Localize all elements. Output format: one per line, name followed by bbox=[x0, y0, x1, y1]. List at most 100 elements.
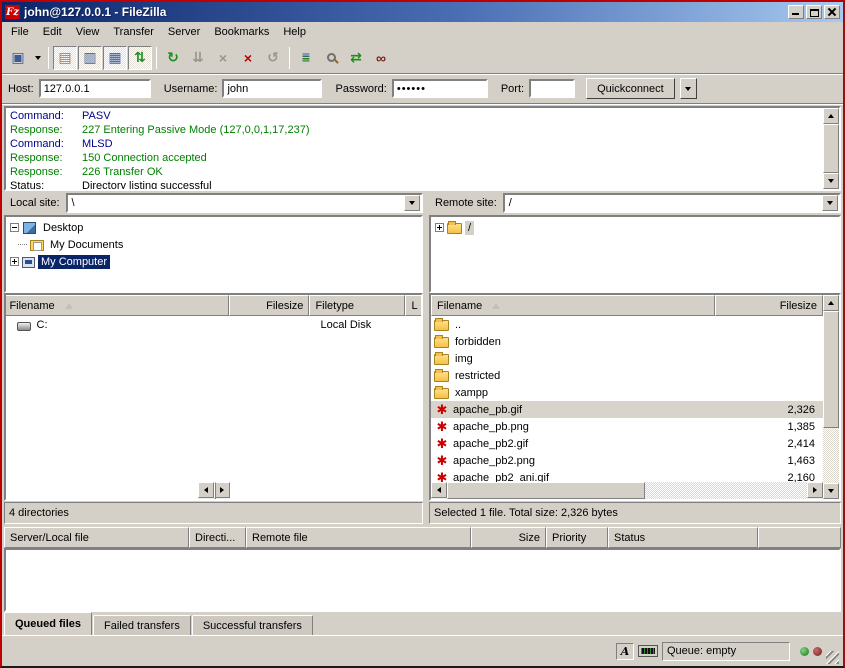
local-horizontal-scrollbar[interactable] bbox=[198, 482, 230, 499]
password-input[interactable] bbox=[392, 79, 488, 98]
directory-comparison-button[interactable] bbox=[319, 46, 343, 70]
remote-vertical-scrollbar[interactable] bbox=[823, 295, 839, 499]
toggle-log-view-button[interactable]: ▤ bbox=[53, 46, 77, 70]
arrow-down-icon bbox=[828, 179, 834, 183]
chevron-down-icon bbox=[685, 87, 691, 91]
image-file-icon: ✱ bbox=[434, 402, 450, 418]
file-row[interactable]: img bbox=[431, 350, 823, 367]
menu-view[interactable]: View bbox=[69, 24, 107, 40]
tree-item-my-computer[interactable]: My Computer bbox=[6, 253, 421, 270]
port-input[interactable] bbox=[529, 79, 575, 98]
menu-bookmarks[interactable]: Bookmarks bbox=[207, 24, 276, 40]
cancel-operation-button[interactable]: × bbox=[211, 46, 235, 70]
remote-list-rows: .. forbidden img restricted xampp ✱apach… bbox=[431, 316, 823, 482]
file-row[interactable]: xampp bbox=[431, 384, 823, 401]
column-header-filesize[interactable]: Filesize bbox=[229, 295, 309, 316]
local-site-combo[interactable]: \ bbox=[66, 193, 423, 213]
scrollbar-thumb[interactable] bbox=[823, 124, 839, 173]
file-row[interactable]: forbidden bbox=[431, 333, 823, 350]
file-row[interactable]: ✱apache_pb2.png1,463 bbox=[431, 452, 823, 469]
menu-help[interactable]: Help bbox=[276, 24, 313, 40]
menu-edit[interactable]: Edit bbox=[36, 24, 69, 40]
tab-failed-transfers[interactable]: Failed transfers bbox=[93, 615, 191, 635]
quickconnect-dropdown[interactable] bbox=[680, 78, 697, 99]
local-tree: Desktop My Documents My Computer bbox=[4, 215, 423, 293]
column-header-status[interactable]: Status bbox=[608, 527, 758, 548]
scroll-right-button[interactable] bbox=[807, 482, 823, 498]
quickconnect-button[interactable]: Quickconnect bbox=[586, 78, 675, 99]
tree-item-desktop[interactable]: Desktop bbox=[6, 219, 421, 236]
tab-queued-files[interactable]: Queued files bbox=[4, 612, 92, 635]
toggle-queue-button[interactable]: ⇅ bbox=[128, 46, 152, 70]
scroll-up-button[interactable] bbox=[823, 108, 839, 124]
find-files-button[interactable]: ∞ bbox=[369, 46, 393, 70]
menu-transfer[interactable]: Transfer bbox=[106, 24, 161, 40]
site-manager-dropdown[interactable] bbox=[31, 46, 44, 70]
toggle-remote-tree-button[interactable]: ▦ bbox=[103, 46, 127, 70]
status-led-red-icon bbox=[813, 647, 822, 656]
expand-icon[interactable] bbox=[435, 223, 444, 232]
maximize-button[interactable] bbox=[806, 5, 822, 19]
folder-icon bbox=[447, 223, 462, 234]
host-input[interactable] bbox=[39, 79, 151, 98]
menu-server[interactable]: Server bbox=[161, 24, 207, 40]
scroll-left-button[interactable] bbox=[198, 482, 214, 498]
transfer-type-indicator[interactable]: A bbox=[616, 643, 634, 660]
log-scrollbar[interactable] bbox=[823, 108, 839, 189]
reconnect-button[interactable]: ↺ bbox=[261, 46, 285, 70]
scroll-right-button[interactable] bbox=[214, 482, 230, 498]
scrollbar-track[interactable] bbox=[823, 311, 839, 483]
minimize-button[interactable] bbox=[788, 5, 804, 19]
synchronized-browsing-button[interactable]: ⇄ bbox=[344, 46, 368, 70]
column-header-server-local-file[interactable]: Server/Local file bbox=[4, 527, 189, 548]
column-header-size[interactable]: Size bbox=[471, 527, 546, 548]
file-row[interactable]: restricted bbox=[431, 367, 823, 384]
collapse-icon[interactable] bbox=[10, 223, 19, 232]
refresh-icon: ↻ bbox=[167, 49, 179, 66]
column-header-lastmodified[interactable]: L bbox=[405, 295, 423, 316]
scrollbar-thumb[interactable] bbox=[447, 482, 645, 499]
remote-site-dropdown[interactable] bbox=[822, 195, 838, 211]
column-header-direction[interactable]: Directi... bbox=[189, 527, 246, 548]
toggle-local-tree-button[interactable]: ▥ bbox=[78, 46, 102, 70]
resize-grip[interactable] bbox=[826, 651, 839, 664]
column-header-priority[interactable]: Priority bbox=[546, 527, 608, 548]
queue-list[interactable] bbox=[4, 548, 841, 612]
quickconnect-bar: Host: Username: Password: Port: Quickcon… bbox=[2, 74, 843, 104]
scrollbar-thumb[interactable] bbox=[214, 482, 216, 499]
column-header-filename[interactable]: Filename bbox=[4, 295, 229, 316]
tab-successful-transfers[interactable]: Successful transfers bbox=[192, 615, 313, 635]
speed-limit-icon[interactable] bbox=[638, 645, 658, 657]
tree-item-root[interactable]: / bbox=[431, 219, 839, 236]
scrollbar-track[interactable] bbox=[823, 124, 839, 173]
expand-icon[interactable] bbox=[10, 257, 19, 266]
menu-file[interactable]: File bbox=[4, 24, 36, 40]
scroll-down-button[interactable] bbox=[823, 483, 839, 499]
disconnect-button[interactable]: × bbox=[236, 46, 260, 70]
file-row[interactable]: .. bbox=[431, 316, 823, 333]
tree-item-my-documents[interactable]: My Documents bbox=[6, 236, 421, 253]
scroll-down-button[interactable] bbox=[823, 173, 839, 189]
column-header-remote-file[interactable]: Remote file bbox=[246, 527, 471, 548]
local-site-dropdown[interactable] bbox=[404, 195, 420, 211]
column-header-filetype[interactable]: Filetype bbox=[309, 295, 405, 316]
refresh-button[interactable]: ↻ bbox=[161, 46, 185, 70]
file-row[interactable]: ✱apache_pb2_ani.gif2,160 bbox=[431, 469, 823, 482]
scrollbar-track[interactable] bbox=[447, 482, 807, 499]
file-row-selected[interactable]: ✱apache_pb.gif2,326 bbox=[431, 401, 823, 418]
close-button[interactable] bbox=[824, 5, 840, 19]
file-row-c-drive[interactable]: C: Local Disk bbox=[14, 316, 414, 333]
column-header-filesize[interactable]: Filesize bbox=[715, 295, 823, 316]
username-input[interactable] bbox=[222, 79, 322, 98]
site-manager-button[interactable]: ▣ bbox=[6, 46, 30, 70]
scroll-up-button[interactable] bbox=[823, 295, 839, 311]
scroll-left-button[interactable] bbox=[431, 482, 447, 498]
remote-site-combo[interactable]: / bbox=[503, 193, 841, 213]
scrollbar-thumb[interactable] bbox=[823, 311, 839, 428]
process-queue-button[interactable]: ⇊ bbox=[186, 46, 210, 70]
remote-horizontal-scrollbar[interactable] bbox=[431, 482, 823, 499]
column-header-filename[interactable]: Filename bbox=[431, 295, 715, 316]
filter-button[interactable]: ≡ bbox=[294, 46, 318, 70]
file-row[interactable]: ✱apache_pb.png1,385 bbox=[431, 418, 823, 435]
file-row[interactable]: ✱apache_pb2.gif2,414 bbox=[431, 435, 823, 452]
